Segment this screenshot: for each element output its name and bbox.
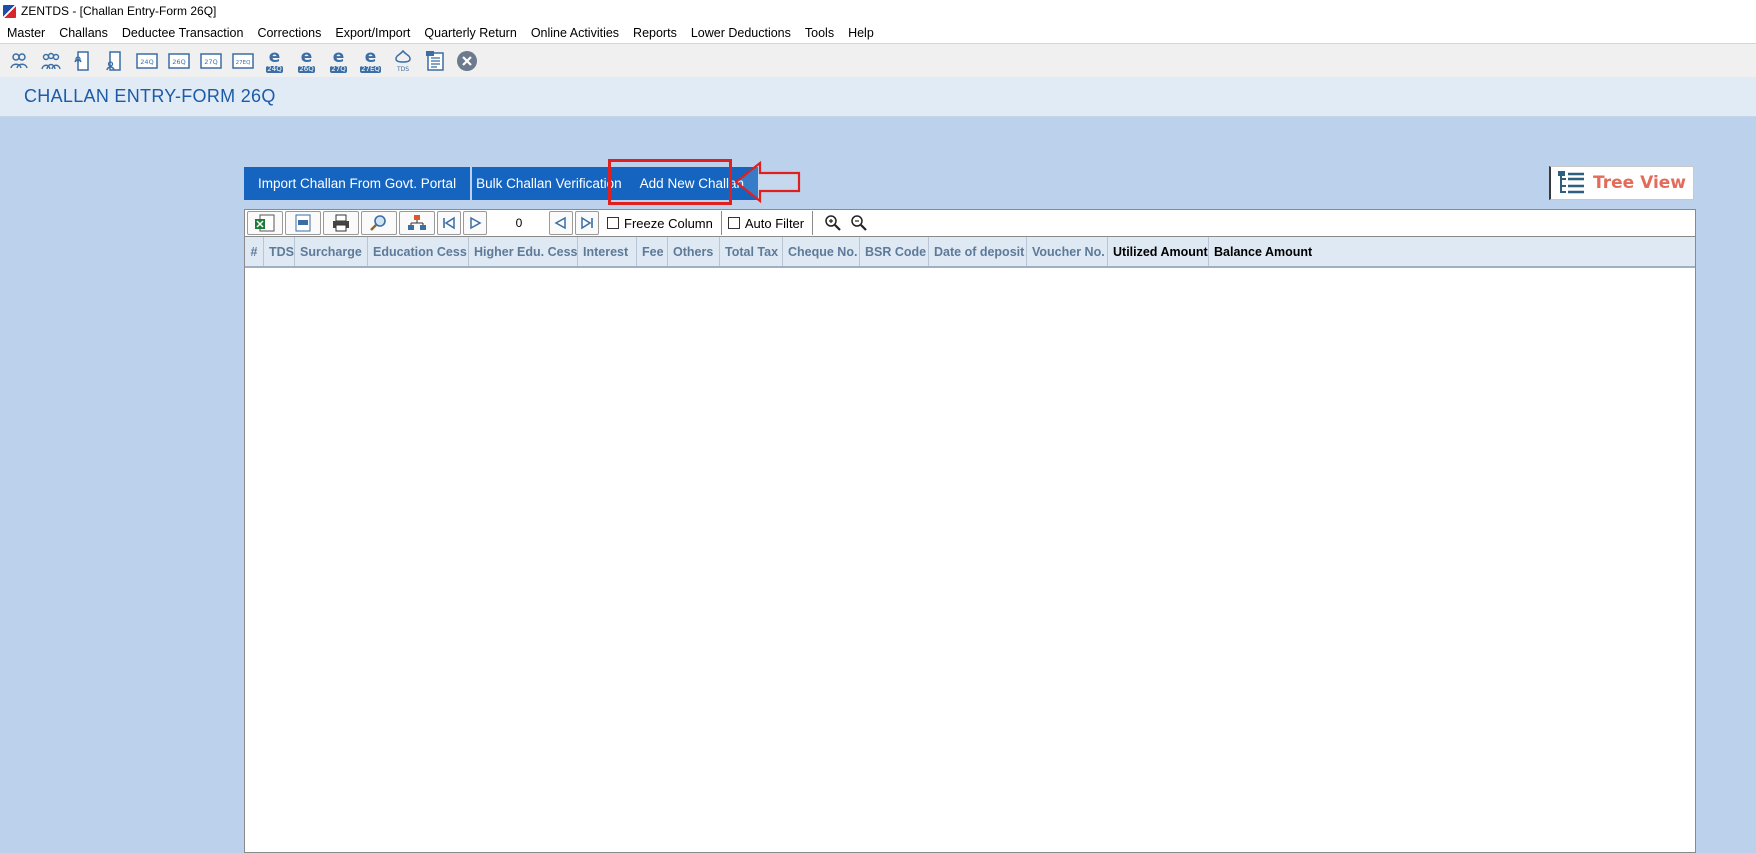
page-header: CHALLAN ENTRY-FORM 26Q — [0, 77, 1756, 117]
tree-view-label: Tree View — [1593, 173, 1687, 193]
hierarchy-icon — [408, 215, 426, 230]
efile-26q-label: 26Q — [298, 64, 315, 73]
form-26q-icon[interactable]: 26Q — [166, 48, 191, 74]
auto-filter-checkbox[interactable]: Auto Filter — [727, 211, 814, 235]
menu-online-activities[interactable]: Online Activities — [531, 26, 619, 40]
document-user-icon[interactable] — [102, 48, 127, 74]
hierarchy-button[interactable] — [399, 211, 435, 235]
printer-icon — [333, 214, 349, 232]
last-record-icon — [581, 216, 593, 230]
efile-24q-icon[interactable]: e 24Q — [262, 48, 287, 74]
zoom-out-icon[interactable] — [849, 214, 869, 232]
main-toolbar: 24Q 26Q 27Q 27EQ e 24Q e 26Q e 27Q e 27EQ TD… — [0, 43, 1756, 77]
export-pdf-button[interactable] — [285, 211, 321, 235]
form-24q-icon[interactable]: 24Q — [134, 48, 159, 74]
record-number: 0 — [515, 216, 523, 230]
menu-quarterly-return[interactable]: Quarterly Return — [424, 26, 516, 40]
import-challan-button[interactable]: Import Challan From Govt. Portal — [244, 167, 471, 200]
first-record-button[interactable] — [437, 211, 461, 235]
menu-export-import[interactable]: Export/Import — [335, 26, 410, 40]
column-header-cheque-no[interactable]: Cheque No. — [783, 237, 860, 266]
grid-body[interactable] — [245, 268, 1695, 848]
form-24q-label: 24Q — [140, 58, 153, 66]
freeze-column-checkbox[interactable]: Freeze Column — [607, 211, 722, 235]
document-icon[interactable] — [70, 48, 95, 74]
report-icon[interactable] — [422, 48, 447, 74]
column-header-date-of-deposit[interactable]: Date of deposit — [929, 237, 1027, 266]
app-logo-icon — [3, 4, 16, 18]
zoom-in-icon[interactable] — [823, 214, 843, 232]
column-header-tds[interactable]: TDS — [264, 237, 295, 266]
column-header-utilized-amount[interactable]: Utilized Amount — [1108, 237, 1209, 266]
grid-toolbar: 0 Freeze Column Auto Filter — [245, 210, 1695, 237]
form-27eq-icon[interactable]: 27EQ — [230, 48, 255, 74]
menu-master[interactable]: Master — [7, 26, 45, 40]
first-record-icon — [443, 216, 455, 230]
column-header-others[interactable]: Others — [668, 237, 720, 266]
grid-header: # TDS Surcharge Education Cess Higher Ed… — [245, 237, 1695, 268]
play-next-icon — [470, 216, 482, 230]
tree-view-icon — [1558, 171, 1584, 194]
column-header-surcharge[interactable]: Surcharge — [295, 237, 368, 266]
column-header-fee[interactable]: Fee — [637, 237, 668, 266]
column-header-balance-amount[interactable]: Balance Amount — [1209, 237, 1695, 266]
column-header-bsr-code[interactable]: BSR Code — [860, 237, 929, 266]
efile-26q-icon[interactable]: e 26Q — [294, 48, 319, 74]
export-excel-button[interactable] — [247, 211, 283, 235]
pdf-icon — [295, 214, 311, 232]
close-icon[interactable] — [454, 48, 479, 74]
deductees-icon[interactable] — [38, 48, 63, 74]
excel-icon — [255, 214, 275, 232]
menu-tools[interactable]: Tools — [805, 26, 834, 40]
column-header-education-cess[interactable]: Education Cess — [368, 237, 469, 266]
efile-27eq-icon[interactable]: e 27EQ — [358, 48, 383, 74]
previous-record-button[interactable] — [549, 211, 573, 235]
column-header-interest[interactable]: Interest — [578, 237, 637, 266]
previous-record-icon — [554, 216, 566, 230]
challan-grid: 0 Freeze Column Auto Filter # TDS Surcha… — [244, 209, 1696, 853]
freeze-column-label: Freeze Column — [624, 215, 713, 231]
form-27eq-label: 27EQ — [235, 60, 250, 66]
highlight-box — [608, 159, 732, 205]
form-27q-icon[interactable]: 27Q — [198, 48, 223, 74]
print-button[interactable] — [323, 211, 359, 235]
efile-27q-label: 27Q — [330, 64, 347, 73]
efile-27q-icon[interactable]: e 27Q — [326, 48, 351, 74]
column-header-higher-edu-cess[interactable]: Higher Edu. Cess — [469, 237, 578, 266]
column-header-voucher-no[interactable]: Voucher No. — [1027, 237, 1108, 266]
auto-filter-label: Auto Filter — [744, 215, 805, 231]
menu-help[interactable]: Help — [848, 26, 874, 40]
tds-label: TDS — [395, 66, 408, 73]
search-button[interactable] — [361, 211, 397, 235]
menu-corrections[interactable]: Corrections — [257, 26, 321, 40]
efile-24q-label: 24Q — [266, 64, 283, 73]
column-header-total-tax[interactable]: Total Tax — [720, 237, 783, 266]
column-header-number[interactable]: # — [245, 237, 264, 266]
tree-view-button[interactable]: Tree View — [1549, 166, 1694, 200]
menu-deductee-transaction[interactable]: Deductee Transaction — [122, 26, 244, 40]
tds-icon[interactable]: TDS — [390, 48, 415, 74]
efile-27eq-label: 27EQ — [360, 64, 381, 73]
next-record-button[interactable] — [463, 211, 487, 235]
freeze-column-box[interactable] — [607, 217, 619, 229]
window-titlebar: ZENTDS - [Challan Entry-Form 26Q] — [0, 0, 1756, 22]
form-26q-label: 26Q — [172, 58, 185, 66]
zoom-tools — [823, 214, 869, 232]
deductor-icon[interactable] — [6, 48, 31, 74]
bulk-challan-verification-button[interactable]: Bulk Challan Verification — [472, 167, 626, 200]
menu-lower-deductions[interactable]: Lower Deductions — [691, 26, 791, 40]
search-icon — [370, 215, 386, 231]
auto-filter-box[interactable] — [727, 217, 740, 229]
form-27q-label: 27Q — [204, 58, 217, 66]
page-title: CHALLAN ENTRY-FORM 26Q — [24, 86, 276, 106]
last-record-button[interactable] — [575, 211, 599, 235]
window-title: ZENTDS - [Challan Entry-Form 26Q] — [21, 4, 217, 18]
menu-challans[interactable]: Challans — [59, 26, 108, 40]
left-arrow-annotation-icon — [734, 160, 801, 204]
menu-bar: Master Challans Deductee Transaction Cor… — [0, 22, 1756, 43]
menu-reports[interactable]: Reports — [633, 26, 677, 40]
